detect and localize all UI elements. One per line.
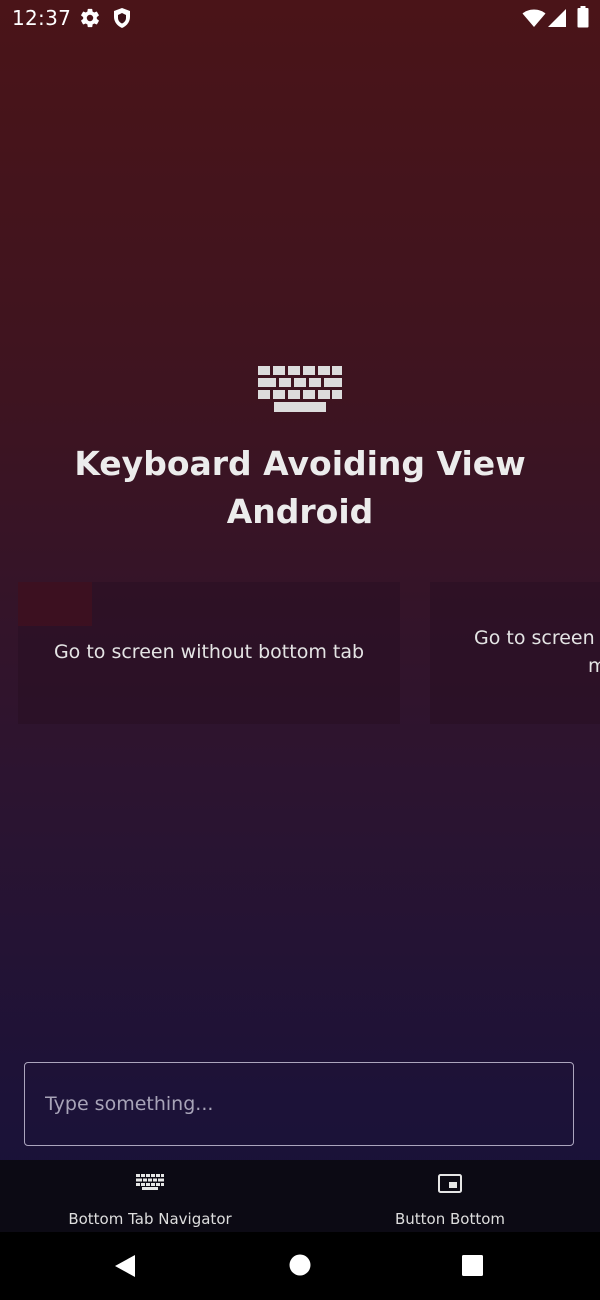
tab-label: Button Bottom <box>394 1210 506 1228</box>
signal-icon <box>548 9 566 27</box>
home-icon[interactable] <box>289 1254 311 1276</box>
go-to-screen-without-bottom-tab-card[interactable]: Go to screen without bottom tab <box>18 582 400 724</box>
bottom-tab-bar: Bottom Tab Navigator Button Bottom <box>0 1160 600 1232</box>
keyboard-icon <box>136 1174 164 1190</box>
status-time: 12:37 <box>12 6 72 30</box>
tab-bottom-tab-navigator[interactable]: Bottom Tab Navigator <box>0 1160 300 1232</box>
recents-icon[interactable] <box>462 1255 483 1276</box>
card-label: Go to screen without bottom tab <box>53 641 365 663</box>
card-label-line-2: m <box>588 655 600 677</box>
back-icon[interactable] <box>114 1254 136 1278</box>
app-screen: 12:37 Keyboard Avoiding View Android Go … <box>0 0 600 1300</box>
battery-icon <box>577 6 589 28</box>
page-title: Keyboard Avoiding View Android <box>74 444 526 531</box>
picture-in-picture-icon <box>438 1174 462 1193</box>
tab-button-bottom[interactable]: Button Bottom <box>300 1160 600 1232</box>
go-to-screen-card[interactable]: Go to screen m <box>430 582 600 724</box>
tab-label: Bottom Tab Navigator <box>68 1210 232 1228</box>
system-navigation-bar <box>0 1232 600 1300</box>
card-label: Go to screen <box>474 627 595 649</box>
status-bar: 12:37 <box>0 0 600 36</box>
wifi-icon <box>522 9 546 27</box>
card-thumbnail <box>18 582 92 626</box>
keyboard-icon <box>258 366 342 412</box>
gear-icon <box>81 8 99 28</box>
text-input[interactable] <box>24 1062 574 1146</box>
shield-icon <box>114 8 130 28</box>
